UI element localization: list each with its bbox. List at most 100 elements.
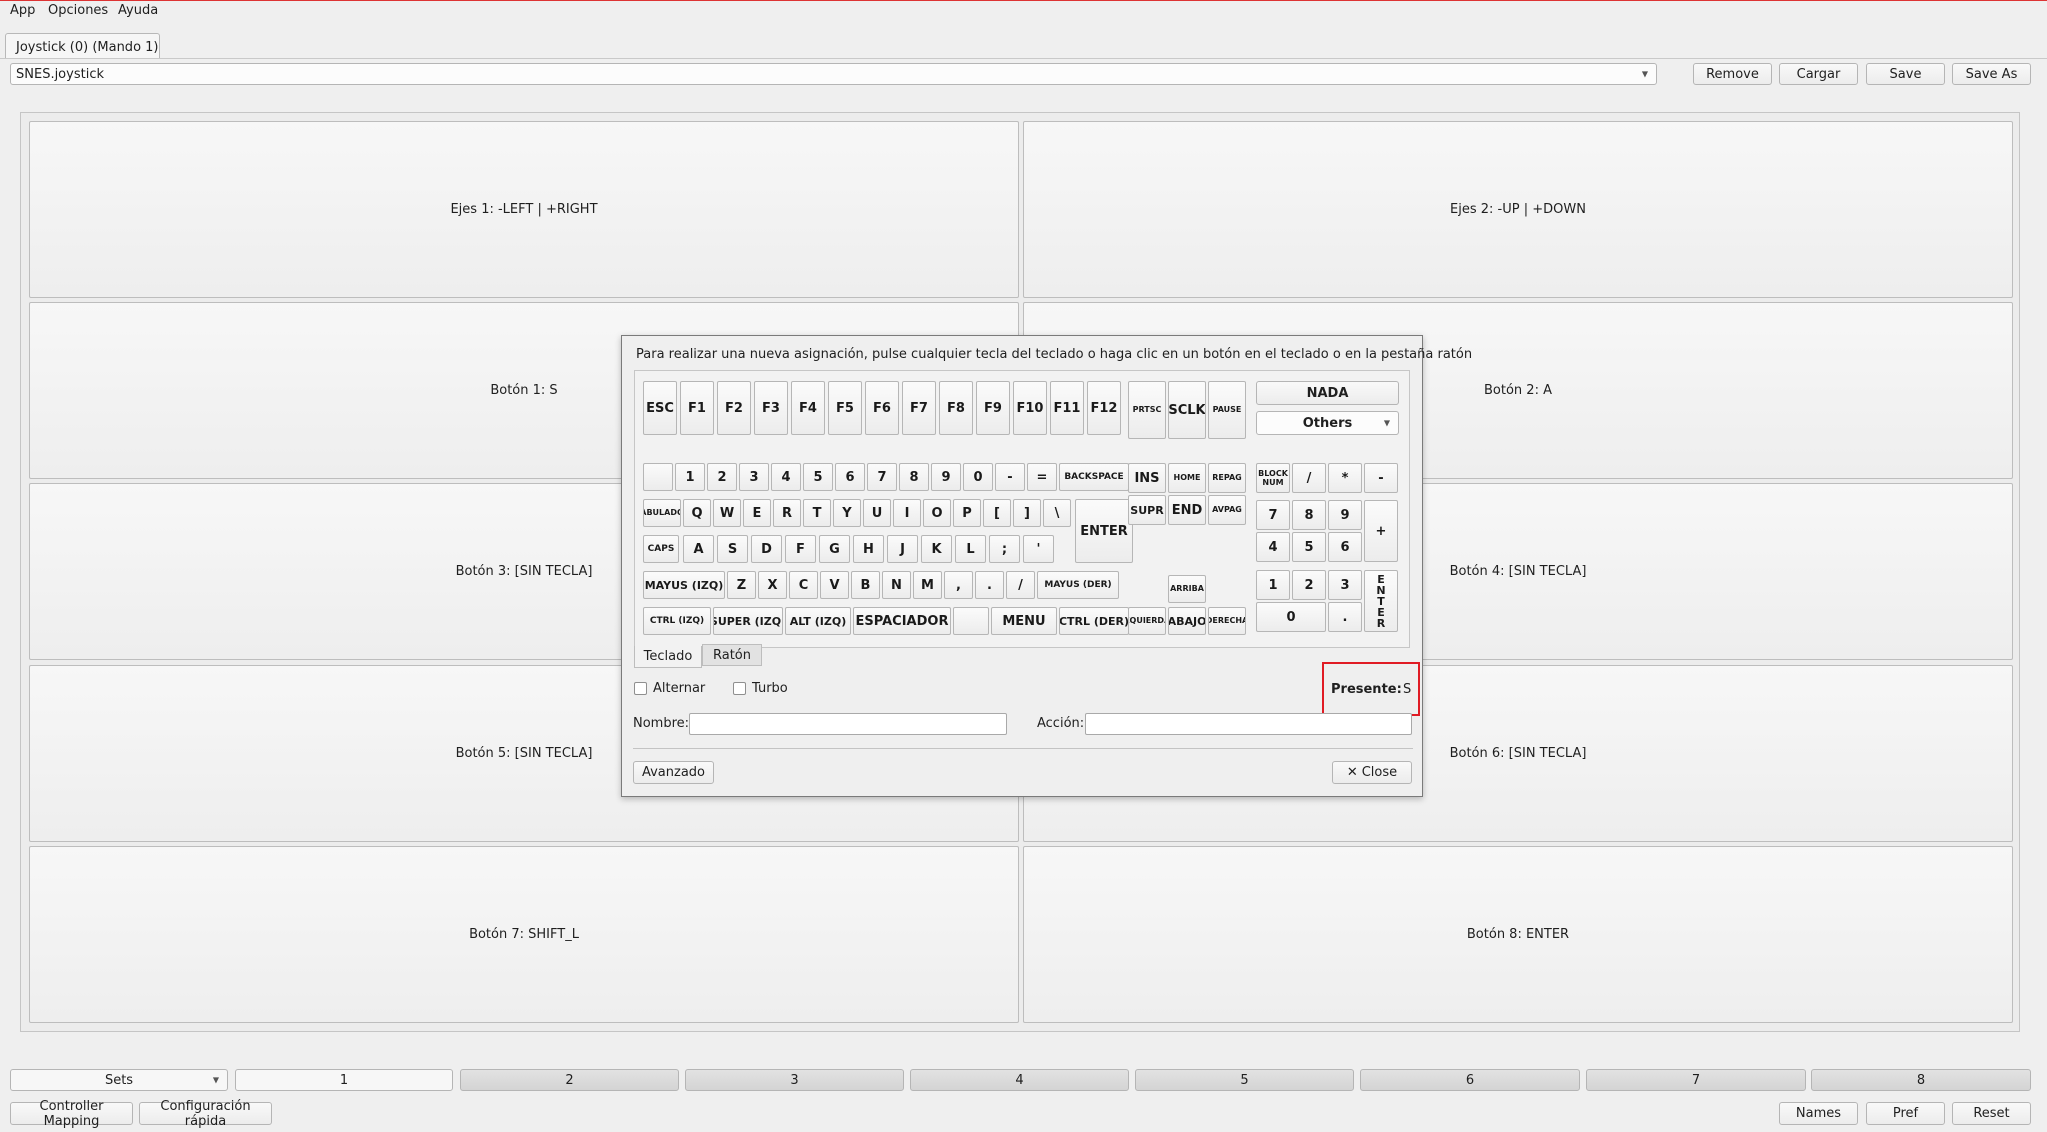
key-numpad-6[interactable]: 6 bbox=[1328, 532, 1362, 562]
key-f10[interactable]: F10 bbox=[1013, 381, 1047, 435]
quick-config-button[interactable]: Configuración rápida bbox=[139, 1099, 272, 1129]
key-avpag[interactable]: AVPAG bbox=[1208, 495, 1246, 525]
key-6[interactable]: 6 bbox=[835, 463, 865, 491]
key-f11[interactable]: F11 bbox=[1050, 381, 1084, 435]
key-backtick[interactable] bbox=[643, 463, 673, 491]
load-button[interactable]: Cargar bbox=[1779, 63, 1858, 85]
key-z[interactable]: Z bbox=[727, 571, 756, 599]
key-numpad-8[interactable]: 8 bbox=[1292, 500, 1326, 530]
key-backspace[interactable]: BACKSPACE bbox=[1059, 463, 1129, 491]
key-f1[interactable]: F1 bbox=[680, 381, 714, 435]
key-e[interactable]: E bbox=[743, 499, 771, 527]
key-3[interactable]: 3 bbox=[739, 463, 769, 491]
key-enter[interactable]: ENTER bbox=[1075, 499, 1133, 563]
key-r[interactable]: R bbox=[773, 499, 801, 527]
key-shift-right[interactable]: MAYUS (DER) bbox=[1037, 571, 1119, 599]
close-button[interactable]: ✕ Close bbox=[1332, 761, 1412, 784]
key-esc[interactable]: ESC bbox=[643, 381, 677, 435]
key-numpad-4[interactable]: 4 bbox=[1256, 532, 1290, 562]
set-8-button[interactable]: 8 bbox=[1811, 1069, 2031, 1091]
key-f9[interactable]: F9 bbox=[976, 381, 1010, 435]
key-ins[interactable]: INS bbox=[1128, 463, 1166, 493]
key-numpad-divide[interactable]: / bbox=[1292, 463, 1326, 493]
key-numpad-multiply[interactable]: * bbox=[1328, 463, 1362, 493]
key-f4[interactable]: F4 bbox=[791, 381, 825, 435]
key-s[interactable]: S bbox=[717, 535, 748, 563]
key-c[interactable]: C bbox=[789, 571, 818, 599]
key-8[interactable]: 8 bbox=[899, 463, 929, 491]
set-5-button[interactable]: 5 bbox=[1135, 1069, 1354, 1091]
key-arrow-up[interactable]: ARRIBA bbox=[1168, 575, 1206, 603]
remove-button[interactable]: Remove bbox=[1693, 63, 1772, 85]
key-repag[interactable]: REPAG bbox=[1208, 463, 1246, 493]
controller-mapping-button[interactable]: Controller Mapping bbox=[10, 1099, 133, 1129]
key-f5[interactable]: F5 bbox=[828, 381, 862, 435]
key-d[interactable]: D bbox=[751, 535, 782, 563]
key-numpad-plus[interactable]: + bbox=[1364, 500, 1398, 562]
key-numpad-0[interactable]: 0 bbox=[1256, 602, 1326, 632]
key-minus[interactable]: - bbox=[995, 463, 1025, 491]
key-f6[interactable]: F6 bbox=[865, 381, 899, 435]
key-bracket-right[interactable]: ] bbox=[1013, 499, 1041, 527]
key-1[interactable]: 1 bbox=[675, 463, 705, 491]
key-slash[interactable]: / bbox=[1006, 571, 1035, 599]
key-f12[interactable]: F12 bbox=[1087, 381, 1121, 435]
key-comma[interactable]: , bbox=[944, 571, 973, 599]
key-period[interactable]: . bbox=[975, 571, 1004, 599]
key-arrow-down[interactable]: ABAJO bbox=[1168, 607, 1206, 635]
key-arrow-right[interactable]: DERECHA bbox=[1208, 607, 1246, 635]
key-numpad-7[interactable]: 7 bbox=[1256, 500, 1290, 530]
key-numpad-minus[interactable]: - bbox=[1364, 463, 1398, 493]
key-7[interactable]: 7 bbox=[867, 463, 897, 491]
key-tab[interactable]: ABULADO bbox=[643, 499, 681, 527]
key-bracket-left[interactable]: [ bbox=[983, 499, 1011, 527]
key-9[interactable]: 9 bbox=[931, 463, 961, 491]
key-f8[interactable]: F8 bbox=[939, 381, 973, 435]
key-pause[interactable]: PAUSE bbox=[1208, 381, 1246, 439]
key-b[interactable]: B bbox=[851, 571, 880, 599]
key-caps[interactable]: CAPS bbox=[643, 535, 679, 563]
key-prtsc[interactable]: PRTSC bbox=[1128, 381, 1166, 439]
key-p[interactable]: P bbox=[953, 499, 981, 527]
key-arrow-left[interactable]: ZQUIERDA bbox=[1128, 607, 1166, 635]
menu-ayuda[interactable]: Ayuda bbox=[118, 3, 158, 18]
key-supr[interactable]: SUPR bbox=[1128, 495, 1166, 525]
key-menu[interactable]: MENU bbox=[991, 607, 1057, 635]
key-numpad-2[interactable]: 2 bbox=[1292, 570, 1326, 600]
others-select[interactable]: Others ▼ bbox=[1256, 411, 1399, 435]
key-backslash[interactable]: \ bbox=[1043, 499, 1071, 527]
save-button[interactable]: Save bbox=[1866, 63, 1945, 85]
button-7-cell[interactable]: Botón 7: SHIFT_L bbox=[29, 846, 1019, 1023]
key-n[interactable]: N bbox=[882, 571, 911, 599]
profile-select[interactable]: SNES.joystick ▼ bbox=[10, 63, 1657, 85]
key-w[interactable]: W bbox=[713, 499, 741, 527]
names-button[interactable]: Names bbox=[1779, 1102, 1858, 1125]
key-l[interactable]: L bbox=[955, 535, 986, 563]
set-7-button[interactable]: 7 bbox=[1586, 1069, 1806, 1091]
key-sclk[interactable]: SCLK bbox=[1168, 381, 1206, 439]
key-x[interactable]: X bbox=[758, 571, 787, 599]
key-altgr[interactable] bbox=[953, 607, 989, 635]
tab-joystick[interactable]: Joystick (0) (Mando 1) bbox=[5, 33, 160, 59]
nada-button[interactable]: NADA bbox=[1256, 381, 1399, 405]
key-k[interactable]: K bbox=[921, 535, 952, 563]
reset-button[interactable]: Reset bbox=[1952, 1102, 2031, 1125]
key-numpad-1[interactable]: 1 bbox=[1256, 570, 1290, 600]
key-o[interactable]: O bbox=[923, 499, 951, 527]
key-f2[interactable]: F2 bbox=[717, 381, 751, 435]
key-f3[interactable]: F3 bbox=[754, 381, 788, 435]
key-home[interactable]: HOME bbox=[1168, 463, 1206, 493]
key-numlock[interactable]: BLOCK NUM bbox=[1256, 463, 1290, 493]
key-ctrl-right[interactable]: CTRL (DER) bbox=[1059, 607, 1129, 635]
key-shift-left[interactable]: MAYUS (IZQ) bbox=[643, 571, 725, 599]
set-6-button[interactable]: 6 bbox=[1360, 1069, 1580, 1091]
key-t[interactable]: T bbox=[803, 499, 831, 527]
save-as-button[interactable]: Save As bbox=[1952, 63, 2031, 85]
key-semicolon[interactable]: ; bbox=[989, 535, 1020, 563]
key-u[interactable]: U bbox=[863, 499, 891, 527]
pref-button[interactable]: Pref bbox=[1866, 1102, 1945, 1125]
menu-opciones[interactable]: Opciones bbox=[48, 3, 108, 18]
key-a[interactable]: A bbox=[683, 535, 714, 563]
set-3-button[interactable]: 3 bbox=[685, 1069, 904, 1091]
menu-app[interactable]: App bbox=[10, 3, 35, 18]
